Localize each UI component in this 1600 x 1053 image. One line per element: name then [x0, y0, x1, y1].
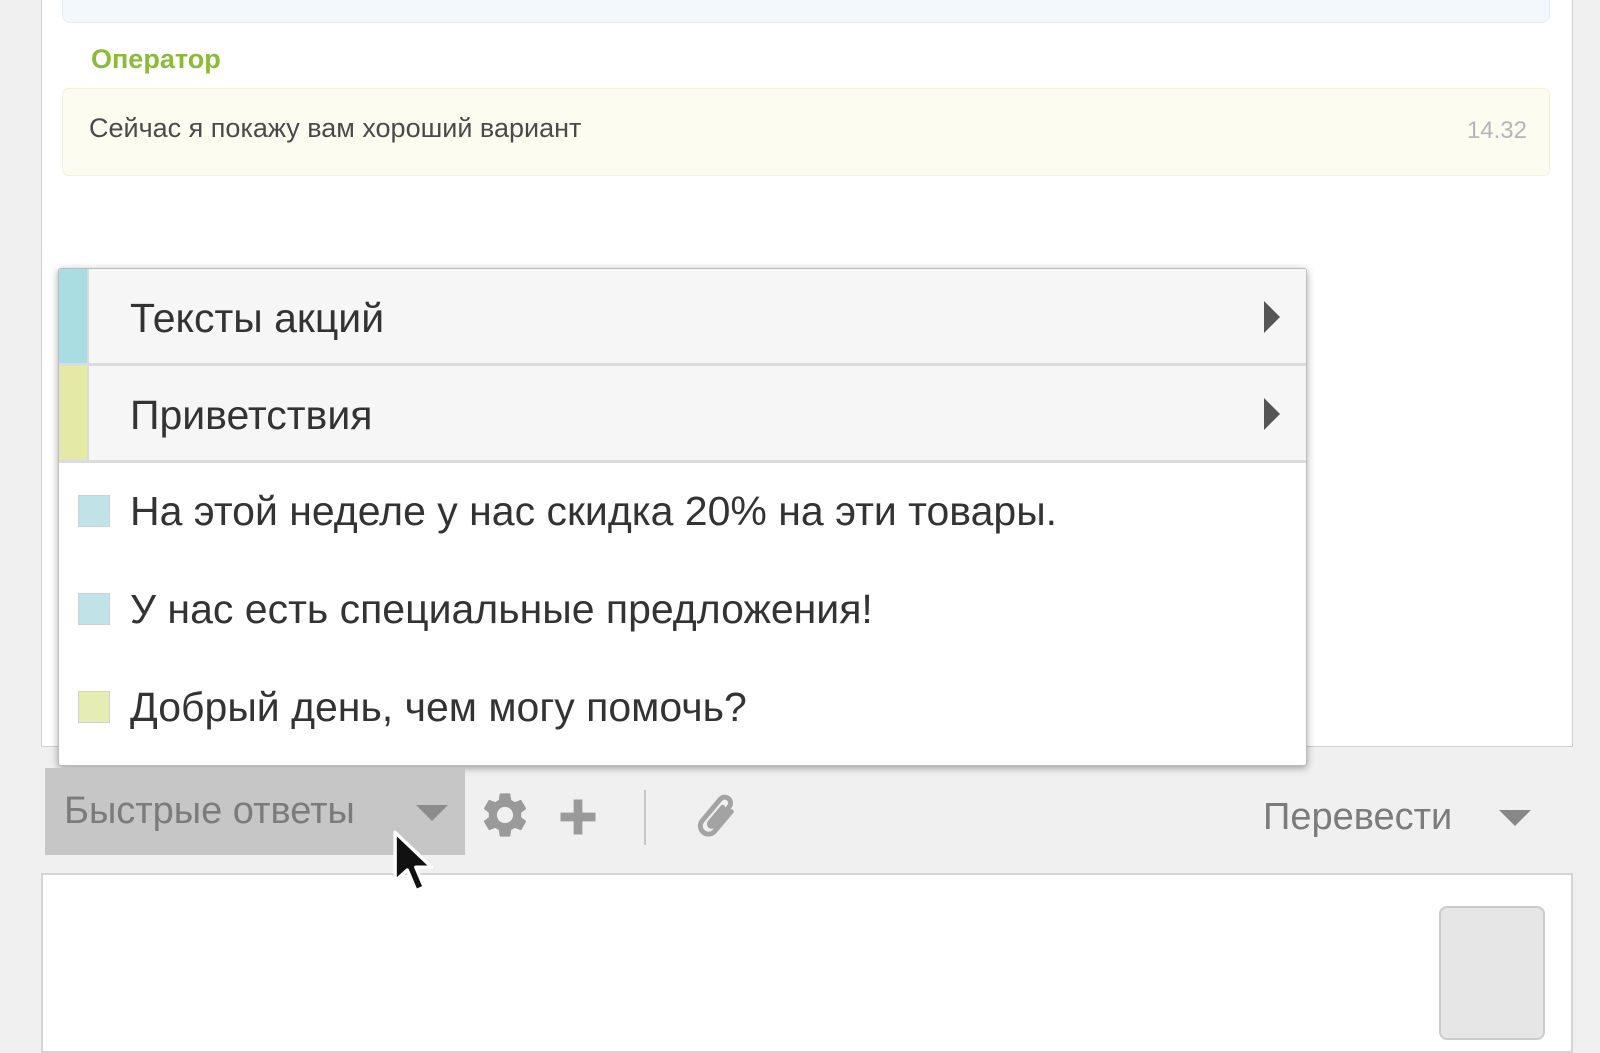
quick-reply-item-discount[interactable]: На этой неделе у нас скидка 20% на эти т…	[59, 463, 1306, 561]
category-color-swatch	[59, 366, 89, 460]
quick-reply-item-special-offers[interactable]: У нас есть специальные предложения!	[59, 561, 1306, 659]
chevron-right-icon	[1264, 301, 1280, 333]
quick-reply-item-greeting[interactable]: Добрый день, чем могу помочь?	[59, 659, 1306, 757]
category-label: Приветствия	[130, 392, 373, 438]
reply-label: У нас есть специальные предложения!	[130, 586, 873, 632]
quick-replies-label: Быстрые ответы	[64, 790, 355, 832]
message-input[interactable]	[41, 873, 1573, 1053]
reply-color-swatch	[78, 495, 110, 527]
previous-message-bubble	[62, 0, 1550, 23]
chevron-down-icon	[416, 805, 448, 821]
operator-message-bubble: Сейчас я покажу вам хороший вариант 14.3…	[62, 88, 1550, 176]
message-timestamp: 14.32	[1466, 117, 1527, 144]
translate-button[interactable]: Перевести	[1260, 788, 1550, 848]
paperclip-icon[interactable]	[688, 787, 744, 847]
reply-color-swatch	[78, 691, 110, 723]
quick-replies-dropdown: Тексты акций Приветствия На этой неделе …	[58, 268, 1307, 766]
message-text: Сейчас я покажу вам хороший вариант	[89, 113, 582, 143]
reply-label: На этой неделе у нас скидка 20% на эти т…	[130, 488, 1058, 534]
chevron-right-icon	[1264, 398, 1280, 430]
gear-icon[interactable]	[478, 788, 532, 842]
chevron-down-icon	[1499, 810, 1531, 826]
reply-label: Добрый день, чем могу помочь?	[130, 684, 747, 730]
category-color-swatch	[59, 269, 89, 363]
category-item-greetings[interactable]: Приветствия	[59, 366, 1306, 463]
reply-color-swatch	[78, 593, 110, 625]
toolbar-divider	[644, 790, 646, 845]
category-label: Тексты акций	[130, 295, 385, 341]
translate-label: Перевести	[1263, 796, 1453, 838]
category-item-promo-texts[interactable]: Тексты акций	[59, 269, 1306, 366]
message-author: Оператор	[91, 44, 221, 74]
plus-icon[interactable]	[557, 796, 599, 838]
mouse-cursor-icon	[393, 830, 434, 893]
